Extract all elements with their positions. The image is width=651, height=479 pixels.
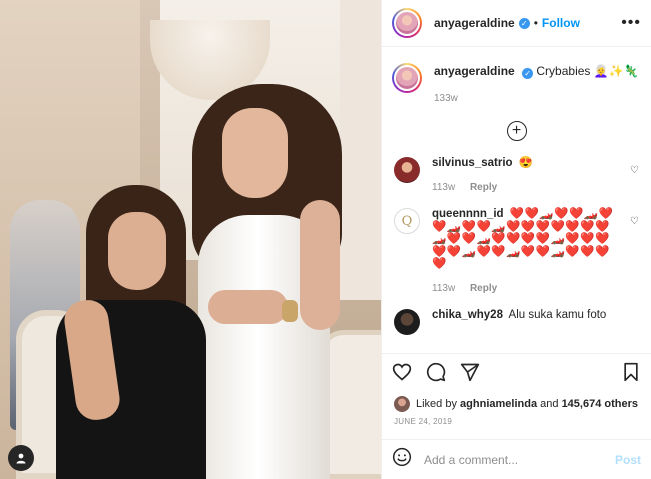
likes-summary: Liked by aghniamelinda and 145,674 other… <box>382 393 651 415</box>
bookmark-icon[interactable] <box>621 362 641 386</box>
photo-watch <box>282 300 298 322</box>
post-comment-button[interactable]: Post <box>615 453 641 467</box>
comment-item: Q queennnn_id ❤️❤️🏎️❤️❤️🏎️❤️❤️🏎️❤️❤️🏎️❤️… <box>392 208 641 295</box>
post-header: anyageraldine ✓ • Follow ••• <box>382 0 651 47</box>
likes-middle: and <box>540 398 559 410</box>
caption-time: 133w <box>434 93 458 104</box>
post-date[interactable]: JUNE 24, 2019 <box>382 417 651 439</box>
comment-time: 113w <box>432 282 456 294</box>
likes-count[interactable]: 145,674 others <box>562 398 638 410</box>
comment-item: chika_why28 Alu suka kamu foto <box>392 309 641 335</box>
commenter-avatar[interactable] <box>394 157 420 183</box>
likes-prefix: Liked by <box>416 398 457 410</box>
load-more-comments-button[interactable]: + <box>506 121 527 141</box>
tagged-users-button[interactable] <box>8 445 34 471</box>
author-avatar[interactable] <box>392 8 422 38</box>
post-side-panel: anyageraldine ✓ • Follow ••• anyageraldi… <box>381 0 651 479</box>
load-more-comments: + <box>392 121 641 141</box>
post-caption: anyageraldine ✓ Crybabies 👩‍🦳✨🦎 133w <box>392 47 641 107</box>
comment-item: silvinus_satrio 😍 113w Reply ♡ <box>392 157 641 194</box>
caption-username[interactable]: anyageraldine <box>434 64 515 78</box>
verified-badge-icon: ✓ <box>518 17 530 29</box>
liker-avatar[interactable] <box>394 396 410 412</box>
reply-button[interactable]: Reply <box>470 283 497 294</box>
photo-woman-right-forearm <box>208 290 288 324</box>
add-comment-bar: Post <box>382 439 651 479</box>
photo-woman-left-face <box>108 212 166 290</box>
comment-input[interactable] <box>424 452 615 467</box>
verified-badge-icon: ✓ <box>522 68 534 79</box>
caption-text: Crybabies 👩‍🦳✨🦎 <box>536 64 639 78</box>
heart-icon[interactable] <box>392 362 412 386</box>
comment-meta: 113w Reply <box>432 182 622 195</box>
instagram-post: anyageraldine ✓ • Follow ••• anyageraldi… <box>0 0 651 479</box>
emoji-icon[interactable] <box>392 447 412 473</box>
commenter-avatar[interactable] <box>394 309 420 335</box>
photo-woman-right-face <box>222 108 288 198</box>
share-icon[interactable] <box>460 362 480 386</box>
caption-author-avatar[interactable] <box>392 63 422 93</box>
reply-button[interactable]: Reply <box>470 182 497 193</box>
comment-username[interactable]: chika_why28 <box>432 309 503 321</box>
post-photo[interactable] <box>0 0 381 479</box>
author-username[interactable]: anyageraldine <box>434 16 515 30</box>
comment-like-heart-icon[interactable]: ♡ <box>630 165 639 176</box>
more-options-icon[interactable]: ••• <box>621 14 641 32</box>
header-separator: • <box>533 16 538 30</box>
comment-time: 113w <box>432 181 456 193</box>
follow-button[interactable]: Follow <box>542 16 580 30</box>
liker-username[interactable]: aghniamelinda <box>460 398 537 410</box>
commenter-avatar[interactable]: Q <box>394 208 420 234</box>
comment-username[interactable]: silvinus_satrio <box>432 157 513 169</box>
comment-body: chika_why28 Alu suka kamu foto <box>432 309 622 335</box>
comment-meta: 113w Reply <box>432 283 622 296</box>
comment-icon[interactable] <box>426 362 446 386</box>
post-actions <box>382 353 651 393</box>
comment-text: 😍 <box>518 157 534 169</box>
comment-body: queennnn_id ❤️❤️🏎️❤️❤️🏎️❤️❤️🏎️❤️❤️🏎️❤️❤️… <box>432 208 622 295</box>
comment-like-heart-icon[interactable]: ♡ <box>630 216 639 227</box>
user-icon <box>16 453 26 464</box>
comment-body: silvinus_satrio 😍 113w Reply <box>432 157 622 194</box>
caption-body: anyageraldine ✓ Crybabies 👩‍🦳✨🦎 133w <box>434 63 639 107</box>
photo-woman-right-arm <box>300 200 340 330</box>
comments-list[interactable]: anyageraldine ✓ Crybabies 👩‍🦳✨🦎 133w + s… <box>382 47 651 353</box>
photo-background-pillar <box>340 0 381 300</box>
comment-text: Alu suka kamu foto <box>508 309 607 321</box>
comment-username[interactable]: queennnn_id <box>432 208 504 220</box>
